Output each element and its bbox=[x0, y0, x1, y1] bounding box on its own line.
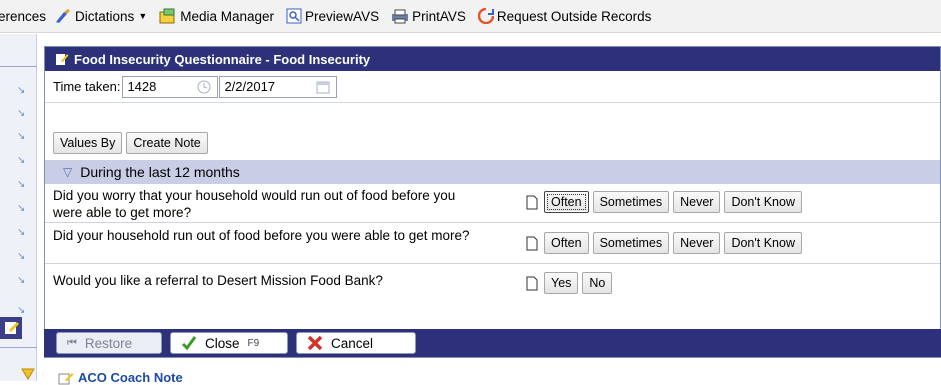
document-icon[interactable] bbox=[526, 236, 538, 251]
chevron-icon[interactable]: ↘ bbox=[17, 109, 27, 119]
preview-icon bbox=[286, 8, 302, 24]
restore-label: Restore bbox=[84, 335, 133, 351]
printer-icon bbox=[391, 8, 409, 24]
left-divider bbox=[0, 347, 37, 348]
document-icon[interactable] bbox=[526, 276, 538, 291]
section-title: During the last 12 months bbox=[80, 164, 240, 180]
collapse-triangle-icon[interactable]: ▽ bbox=[63, 165, 72, 179]
preview-avs-label: PreviewAVS bbox=[305, 8, 380, 24]
close-button[interactable]: Close F9 bbox=[170, 332, 288, 354]
answer-group: Yes No bbox=[526, 272, 616, 294]
time-field[interactable]: 1428 bbox=[122, 75, 219, 98]
answer-option-sometimes[interactable]: Sometimes bbox=[592, 232, 670, 254]
panel-header: Food Insecurity Questionnaire - Food Ins… bbox=[45, 47, 940, 71]
date-field[interactable]: 2/2/2017 bbox=[219, 75, 338, 98]
chevron-icon[interactable]: ↘ bbox=[17, 156, 27, 166]
question-text: Did you worry that your household would … bbox=[53, 188, 456, 220]
edit-note-icon bbox=[58, 371, 74, 385]
chevron-icon[interactable]: ↘ bbox=[17, 228, 27, 238]
chevron-icon[interactable]: ↘ bbox=[17, 276, 27, 286]
active-section-marker[interactable] bbox=[0, 317, 22, 339]
answer-option-sometimes[interactable]: Sometimes bbox=[592, 191, 670, 213]
answer-option-dont-know[interactable]: Don't Know bbox=[724, 191, 802, 213]
question-text: Did your household run out of food befor… bbox=[53, 228, 470, 243]
answer-option-never[interactable]: Never bbox=[673, 191, 721, 213]
answer-option-often[interactable]: Often bbox=[544, 191, 589, 213]
toolbar-item-references[interactable]: erences bbox=[0, 9, 46, 24]
document-icon[interactable] bbox=[526, 195, 538, 210]
time-taken-row: Time taken: 1428 2/2/2017 bbox=[45, 71, 940, 103]
answer-option-yes[interactable]: Yes bbox=[544, 272, 579, 294]
chevron-icon[interactable]: ↘ bbox=[17, 204, 27, 214]
panel-title: Food Insecurity Questionnaire - Food Ins… bbox=[74, 51, 371, 67]
question-row: Did you worry that your household would … bbox=[45, 184, 940, 223]
chevron-icon[interactable]: ↘ bbox=[17, 306, 27, 316]
cancel-button[interactable]: Cancel bbox=[296, 332, 416, 354]
flag-icon[interactable] bbox=[21, 368, 35, 380]
print-avs-label: PrintAVS bbox=[412, 8, 466, 24]
clock-icon[interactable] bbox=[197, 80, 211, 94]
toolbar-item-preview-avs[interactable]: PreviewAVS bbox=[286, 8, 379, 24]
answer-option-often[interactable]: Often bbox=[544, 232, 589, 254]
values-row: Values By Create Note bbox=[45, 131, 212, 155]
dictations-label: Dictations bbox=[75, 8, 135, 24]
close-label: Close bbox=[205, 335, 240, 351]
media-manager-icon bbox=[159, 8, 177, 24]
cancel-x-icon bbox=[307, 335, 323, 351]
chevron-icon[interactable]: ↘ bbox=[17, 132, 27, 142]
answer-option-never[interactable]: Never bbox=[673, 232, 721, 254]
chevron-down-icon: ▼ bbox=[138, 11, 148, 21]
chevron-icon[interactable]: ↘ bbox=[17, 86, 27, 96]
answer-group: Often Sometimes Never Don't Know bbox=[526, 191, 806, 213]
chevron-icon[interactable]: ↘ bbox=[17, 252, 27, 262]
section-header[interactable]: ▽ During the last 12 months bbox=[45, 160, 940, 184]
question-row: Did your household run out of food befor… bbox=[45, 224, 940, 264]
time-value: 1428 bbox=[127, 79, 157, 94]
toolbar-item-media-manager[interactable]: Media Manager bbox=[159, 8, 274, 24]
question-text: Would you like a referral to Desert Miss… bbox=[53, 273, 383, 288]
chevron-icon[interactable]: ↘ bbox=[17, 180, 27, 190]
media-manager-label: Media Manager bbox=[180, 8, 275, 24]
references-label: erences bbox=[0, 8, 47, 24]
checkmark-icon bbox=[181, 335, 197, 351]
answer-option-dont-know[interactable]: Don't Know bbox=[724, 232, 802, 254]
aco-coach-note-link[interactable]: ACO Coach Note bbox=[58, 370, 183, 385]
toolbar-item-print-avs[interactable]: PrintAVS bbox=[391, 8, 466, 24]
request-outside-records-label: Request Outside Records bbox=[496, 8, 652, 24]
close-shortcut-key: F9 bbox=[247, 337, 260, 349]
edit-note-icon bbox=[5, 322, 19, 334]
question-row: Would you like a referral to Desert Miss… bbox=[45, 265, 940, 301]
time-taken-label: Time taken: bbox=[53, 79, 121, 94]
edit-note-icon bbox=[55, 52, 69, 66]
restore-button[interactable]: ⏮ Restore bbox=[56, 332, 162, 354]
date-value: 2/2/2017 bbox=[224, 79, 276, 94]
dictation-icon bbox=[54, 8, 72, 24]
create-note-button[interactable]: Create Note bbox=[126, 132, 208, 154]
restore-icon: ⏮ bbox=[67, 336, 77, 349]
top-toolbar: erences Dictations ▼ Media Manager Previ… bbox=[0, 0, 941, 33]
answer-option-no[interactable]: No bbox=[582, 272, 613, 294]
values-by-button[interactable]: Values By bbox=[53, 132, 123, 154]
toolbar-item-dictations[interactable]: Dictations ▼ bbox=[54, 8, 147, 24]
left-navigation-strip: ↘ ↘ ↘ ↘ ↘ ↘ ↘ ↘ ↘ ↘ bbox=[0, 34, 37, 381]
cancel-label: Cancel bbox=[331, 335, 374, 351]
answer-group: Often Sometimes Never Don't Know bbox=[526, 232, 806, 254]
calendar-icon[interactable] bbox=[316, 80, 330, 94]
panel-footer: ⏮ Restore Close F9 Cancel bbox=[44, 329, 941, 357]
request-records-icon bbox=[477, 8, 494, 24]
toolbar-item-request-outside-records[interactable]: Request Outside Records bbox=[477, 8, 652, 24]
questionnaire-panel: Food Insecurity Questionnaire - Food Ins… bbox=[44, 46, 941, 358]
left-divider bbox=[0, 66, 37, 67]
aco-coach-note-label: ACO Coach Note bbox=[78, 370, 183, 385]
